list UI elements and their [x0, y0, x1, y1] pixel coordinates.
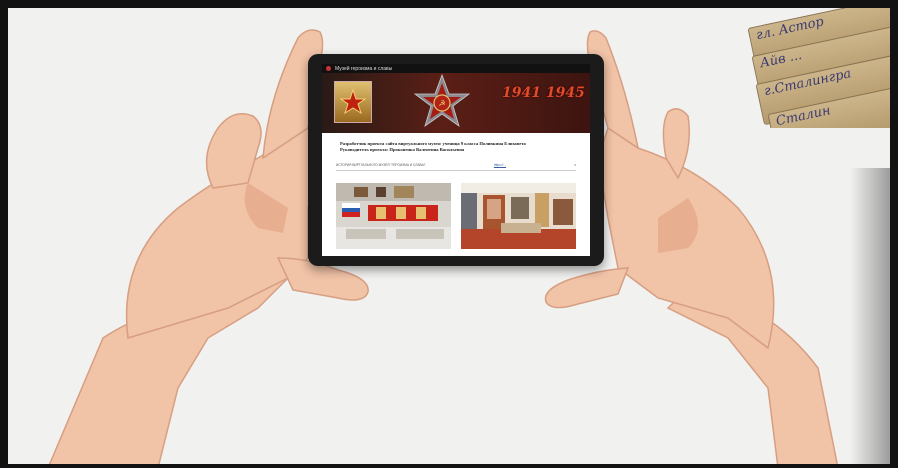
nav-link-external[interactable]: https://...: [494, 163, 506, 167]
museum-photo-2[interactable]: [461, 183, 576, 249]
star-icon: [339, 88, 367, 115]
svg-text:☭: ☭: [438, 99, 445, 108]
tablet-device: Музей героизма и славы ☭ 1941 1945 Разра…: [308, 54, 604, 266]
banner-years: 1941 1945: [502, 85, 585, 101]
order-of-patriotic-war-image: ☭: [413, 73, 471, 127]
developers-info: Разработчик проекта сайта виртуального м…: [340, 141, 526, 152]
slide-background: гл. Астор Айв ... г.Сталингра Сталин Муз…: [8, 8, 890, 464]
museum-photo-1[interactable]: [336, 183, 451, 249]
chevron-down-icon[interactable]: ▾: [574, 163, 576, 167]
page-navigation: ИСТОРИЯ ВИРТУАЛЬНОГО МУЗЕЯ "ГЕРОИЗМА И С…: [336, 163, 576, 171]
star-emblem-image: [334, 81, 372, 123]
tab-title[interactable]: Музей героизма и славы: [335, 66, 392, 72]
nav-link-history[interactable]: ИСТОРИЯ ВИРТУАЛЬНОГО МУЗЕЯ "ГЕРОИЗМА И С…: [336, 163, 426, 167]
browser-tab-bar: Музей героизма и славы: [322, 64, 590, 73]
tablet-screen: Музей героизма и славы ☭ 1941 1945 Разра…: [322, 64, 590, 256]
site-icon: [326, 66, 331, 71]
site-banner: ☭ 1941 1945: [322, 73, 590, 133]
museum-photos: [336, 183, 576, 249]
